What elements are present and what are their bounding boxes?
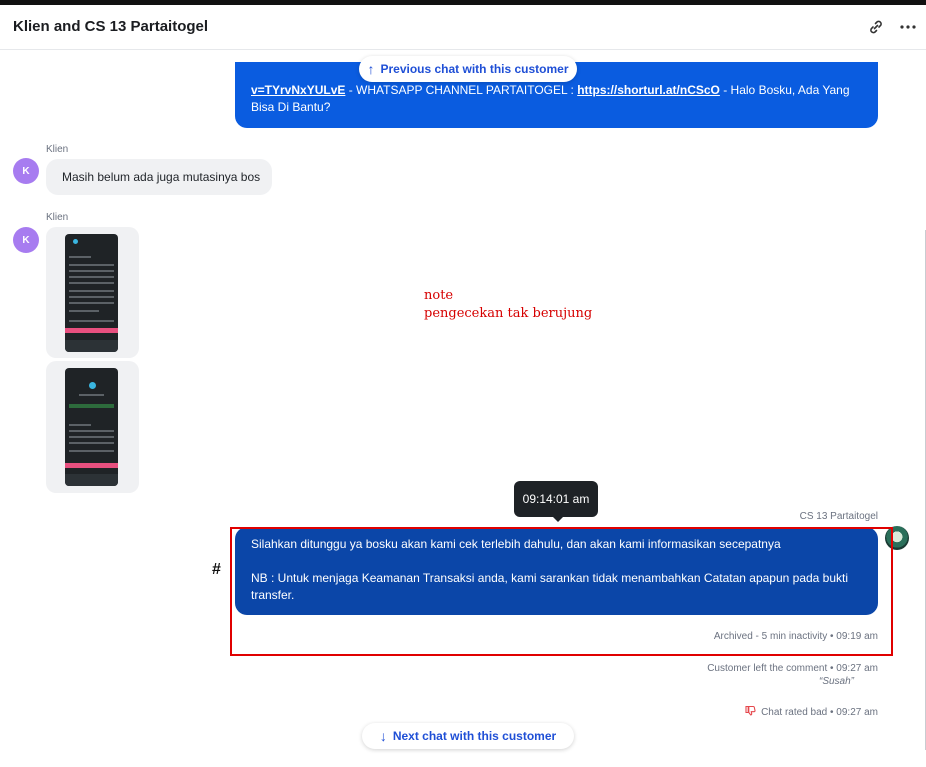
- arrow-down-icon: ↓: [379, 728, 387, 744]
- arrow-up-icon: ↑: [367, 61, 375, 77]
- next-chat-label: Next chat with this customer: [392, 729, 557, 743]
- sender-name: Klien: [46, 144, 69, 155]
- sender-name: CS 13 Partaitogel: [799, 511, 878, 522]
- screenshot-thumbnail: [65, 234, 118, 352]
- screenshot-thumbnail: [65, 368, 118, 486]
- tooltip-arrow: [552, 516, 564, 522]
- note-title: note: [424, 288, 454, 303]
- more-icon[interactable]: [898, 17, 918, 37]
- agent-message-text: v=TYrvNxYULvE - WHATSAPP CHANNEL PARTAIT…: [251, 82, 863, 116]
- link-icon[interactable]: [866, 17, 886, 37]
- image-attachment[interactable]: [46, 361, 139, 493]
- rating-event: Chat rated bad • 09:27 am: [744, 705, 878, 720]
- message-text-part: - WHATSAPP CHANNEL PARTAITOGEL :: [345, 83, 578, 97]
- annotation-note: note pengecekan tak berujung: [424, 287, 592, 323]
- comment-event: Customer left the comment • 09:27 am: [707, 663, 878, 674]
- timestamp-tooltip: 09:14:01 am: [514, 481, 598, 517]
- hash-annotation: #: [212, 561, 221, 578]
- next-chat-button[interactable]: ↓ Next chat with this customer: [362, 723, 574, 749]
- thumbs-down-icon: [744, 705, 756, 720]
- tooltip-time: 09:14:01 am: [522, 492, 590, 506]
- customer-message-text: Masih belum ada juga mutasinya bos: [62, 170, 261, 184]
- image-attachment[interactable]: [46, 227, 139, 358]
- customer-message-bubble: Masih belum ada juga mutasinya bos: [46, 159, 272, 195]
- avatar: K: [13, 227, 39, 253]
- youtube-link[interactable]: v=TYrvNxYULvE: [251, 83, 345, 97]
- note-text: pengecekan tak berujung: [424, 306, 593, 321]
- whatsapp-channel-link[interactable]: https://shorturl.at/nCScO: [577, 83, 720, 97]
- page-title: Klien and CS 13 Partaitogel: [13, 18, 209, 35]
- customer-comment: “Susah”: [818, 676, 854, 687]
- previous-chat-button[interactable]: ↑ Previous chat with this customer: [359, 56, 577, 82]
- rating-text: Chat rated bad • 09:27 am: [761, 707, 878, 718]
- archived-status: Archived - 5 min inactivity • 09:19 am: [713, 631, 878, 642]
- previous-chat-label: Previous chat with this customer: [380, 62, 569, 76]
- avatar: K: [13, 158, 39, 184]
- chat-header: Klien and CS 13 Partaitogel: [0, 5, 926, 50]
- sender-name: Klien: [46, 212, 69, 223]
